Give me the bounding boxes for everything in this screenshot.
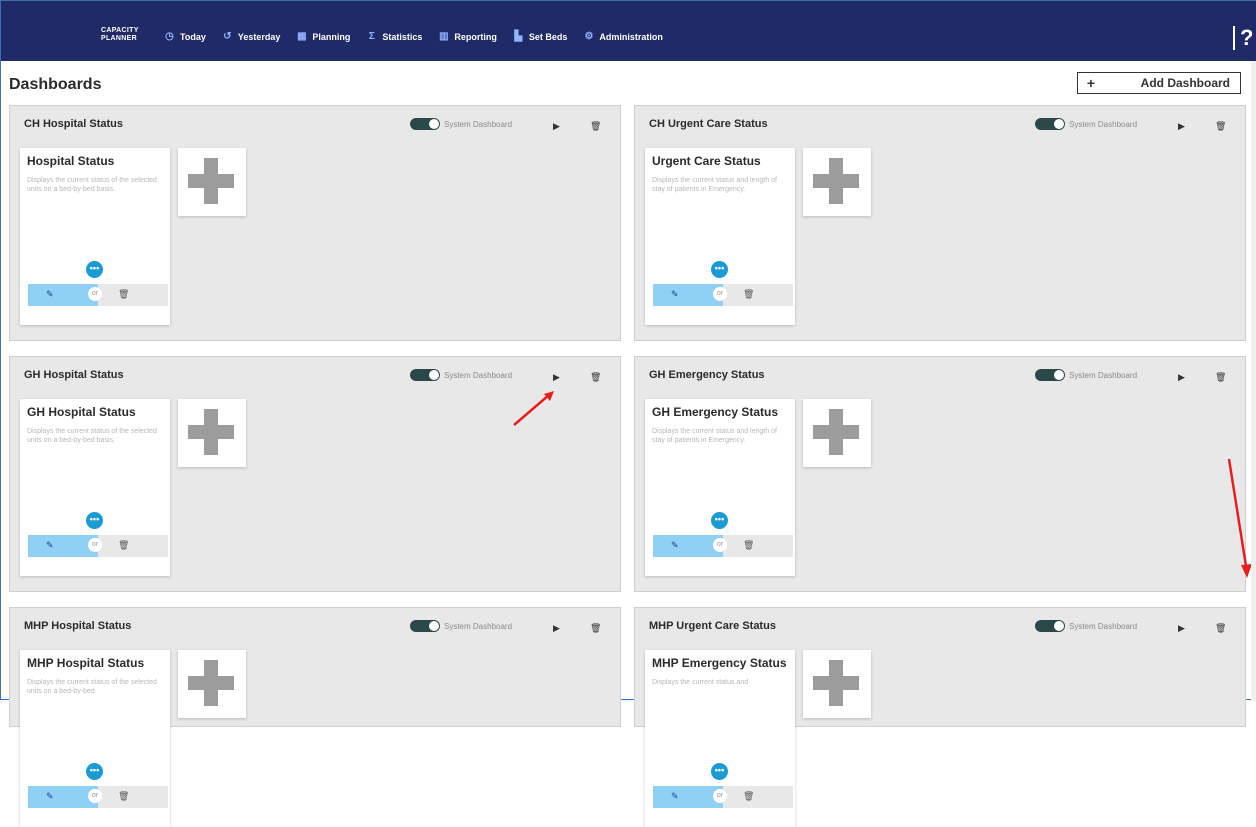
- delete-area[interactable]: [723, 786, 793, 808]
- pencil-icon[interactable]: ✎: [671, 791, 679, 802]
- widget-footer: ✎ or 🗑: [653, 786, 793, 808]
- more-options-icon[interactable]: •••: [86, 763, 103, 780]
- page-scrollbar[interactable]: [1251, 61, 1256, 701]
- or-separator: or: [88, 789, 102, 803]
- more-options-icon[interactable]: •••: [711, 763, 728, 780]
- widget-trash-icon[interactable]: 🗑: [743, 791, 754, 802]
- pencil-icon[interactable]: ✎: [46, 791, 54, 802]
- arrow-to-scroll: [1227, 458, 1252, 578]
- widget-footer: ✎ or 🗑: [28, 786, 168, 808]
- widget-trash-icon[interactable]: 🗑: [118, 791, 129, 802]
- delete-area[interactable]: [98, 786, 168, 808]
- annotation-arrows: [513, 391, 1252, 578]
- arrow-to-play-button: [513, 391, 554, 426]
- or-separator: or: [713, 789, 727, 803]
